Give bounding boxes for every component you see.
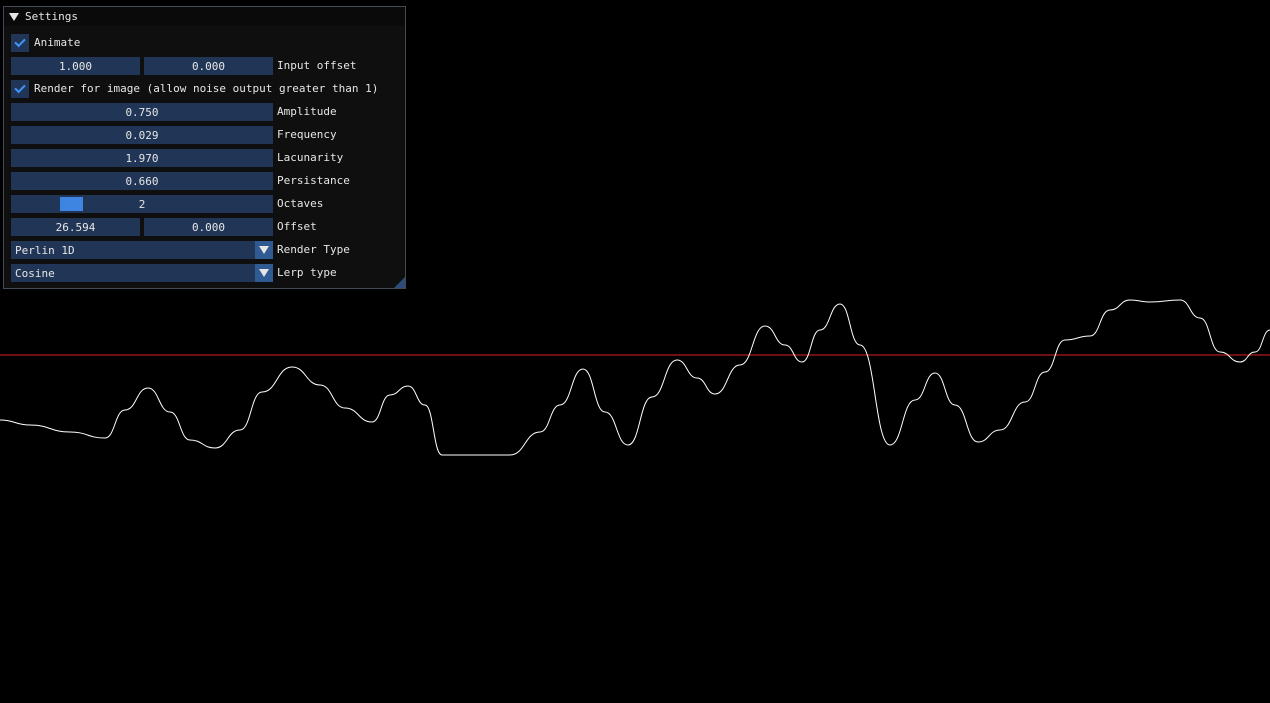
- checkmark-icon: [14, 35, 26, 48]
- render-type-dropdown-button[interactable]: [255, 241, 273, 259]
- lerp-type-label: Lerp type: [277, 266, 337, 279]
- checkmark-icon: [14, 81, 26, 94]
- input-offset-y-field[interactable]: 0.000: [144, 57, 273, 75]
- chevron-down-icon: [259, 246, 269, 254]
- octaves-slider-grab[interactable]: [60, 197, 83, 211]
- lerp-type-combo[interactable]: Cosine: [11, 264, 273, 282]
- offset-label: Offset: [277, 220, 317, 233]
- render-type-value: Perlin 1D: [15, 243, 75, 257]
- octaves-value: 2: [138, 197, 146, 211]
- input-offset-label: Input offset: [277, 59, 357, 72]
- octaves-label: Octaves: [277, 197, 324, 210]
- resize-grip[interactable]: [394, 277, 405, 288]
- persistance-field[interactable]: 0.660: [11, 172, 273, 190]
- lacunarity-label: Lacunarity: [277, 151, 344, 164]
- offset-x-field[interactable]: 26.594: [11, 218, 140, 236]
- lerp-type-value: Cosine: [15, 266, 55, 280]
- offset-y-field[interactable]: 0.000: [144, 218, 273, 236]
- frequency-label: Frequency: [277, 128, 337, 141]
- persistance-label: Persistance: [277, 174, 350, 187]
- amplitude-label: Amplitude: [277, 105, 337, 118]
- window-title: Settings: [25, 10, 78, 23]
- settings-titlebar[interactable]: Settings: [4, 7, 405, 26]
- noise-curve: [0, 299, 1270, 456]
- octaves-slider[interactable]: 2: [11, 195, 273, 213]
- render-type-label: Render Type: [277, 243, 350, 256]
- animate-label: Animate: [34, 36, 81, 49]
- render-for-image-checkbox[interactable]: [11, 80, 29, 98]
- input-offset-x-field[interactable]: 1.000: [11, 57, 140, 75]
- render-type-combo[interactable]: Perlin 1D: [11, 241, 273, 259]
- collapse-arrow-icon[interactable]: [9, 12, 19, 21]
- animate-checkbox[interactable]: [11, 34, 29, 52]
- chevron-down-icon: [259, 269, 269, 277]
- render-for-image-label: Render for image (allow noise output gre…: [34, 82, 379, 95]
- lacunarity-field[interactable]: 1.970: [11, 149, 273, 167]
- settings-window[interactable]: Settings Animate 1.000 0.000 Input offse…: [3, 6, 406, 289]
- lerp-type-dropdown-button[interactable]: [255, 264, 273, 282]
- frequency-field[interactable]: 0.029: [11, 126, 273, 144]
- amplitude-field[interactable]: 0.750: [11, 103, 273, 121]
